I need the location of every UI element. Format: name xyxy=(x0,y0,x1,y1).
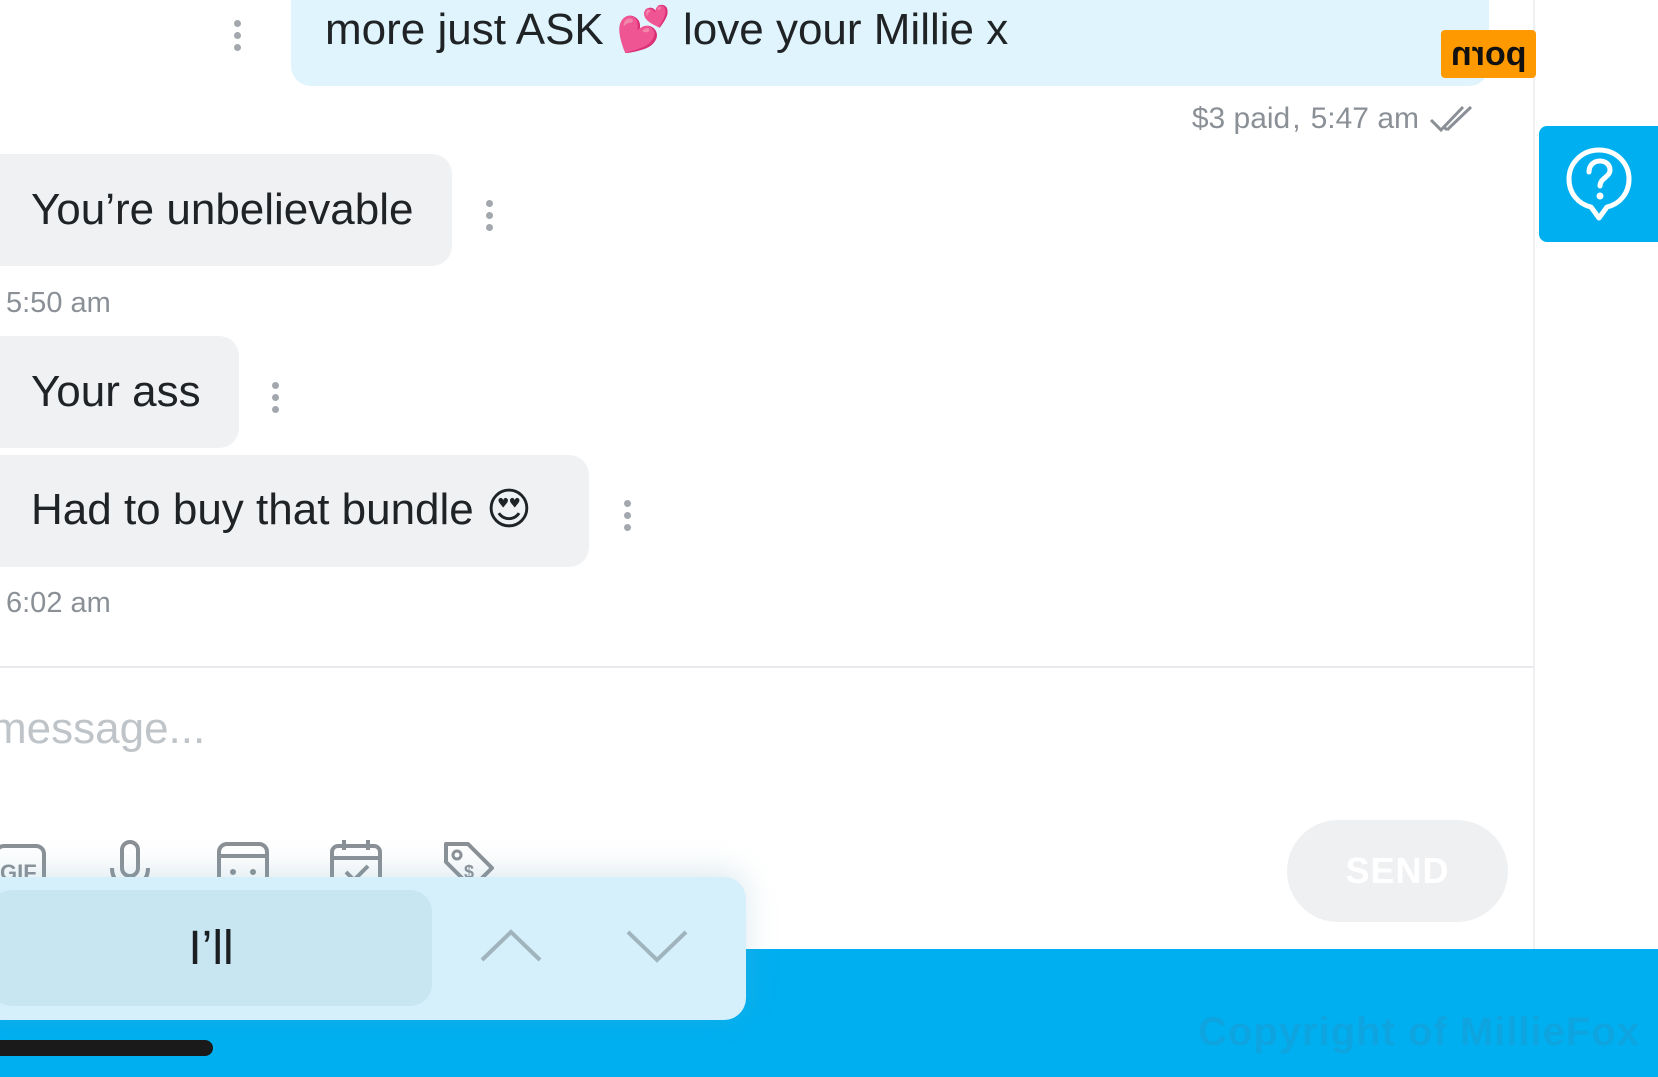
message-options-icon[interactable] xyxy=(232,20,242,54)
outgoing-time: 5:47 am xyxy=(1310,102,1419,135)
message-time: 5:50 am xyxy=(6,287,111,319)
message-options-icon[interactable] xyxy=(270,382,280,416)
help-icon xyxy=(1566,147,1631,221)
incoming-message-text: Had to buy that bundle 😍 xyxy=(31,485,532,534)
send-button[interactable]: SEND xyxy=(1287,820,1508,922)
help-button[interactable] xyxy=(1539,126,1658,242)
meta-separator: , xyxy=(1292,102,1301,135)
paid-amount: $3 paid xyxy=(1191,102,1291,135)
incoming-message-text: You’re unbelievable xyxy=(31,185,414,234)
watermark-text: porn xyxy=(1450,34,1527,73)
message-options-icon[interactable] xyxy=(622,500,632,534)
chevron-up-icon[interactable] xyxy=(476,920,546,970)
double-check-icon xyxy=(1429,105,1473,133)
message-options-icon[interactable] xyxy=(484,200,494,234)
home-indicator xyxy=(0,1040,213,1056)
message-time: 6:02 am xyxy=(6,587,111,619)
message-input[interactable]: message... xyxy=(0,704,205,754)
keyboard-suggestion[interactable]: I’ll xyxy=(0,890,432,1006)
outgoing-message-text: more just ASK 💕 love your Millie x xyxy=(325,5,1009,54)
outgoing-message-meta: $3 paid, 5:47 am xyxy=(1192,102,1481,136)
copyright-watermark: Copyright of MillieFox xyxy=(1198,1010,1640,1054)
incoming-message-text: Your ass xyxy=(31,367,201,416)
watermark-badge: porn xyxy=(1441,30,1536,78)
chevron-down-icon[interactable] xyxy=(622,920,692,970)
